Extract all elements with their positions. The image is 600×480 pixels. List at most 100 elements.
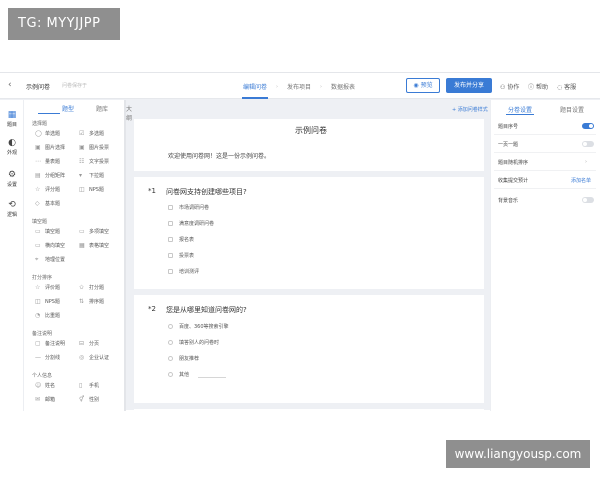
email-icon: ✉ <box>35 396 41 403</box>
add-list-link[interactable]: 添加名单 <box>571 177 591 184</box>
palette-item[interactable]: ▢ 备注说明 <box>32 338 72 350</box>
rail-item-logic[interactable]: ⟲ 逻辑 <box>0 200 24 218</box>
option-row[interactable]: 满意度调研问卷 <box>168 220 214 227</box>
option-row[interactable]: 朋友推荐 <box>168 355 199 362</box>
palette-tab-types[interactable]: 题型 <box>62 104 74 113</box>
option-row[interactable]: 填答别人的问卷时 <box>168 339 219 346</box>
option-row[interactable]: 报名表 <box>168 236 194 243</box>
checkbox-icon <box>168 221 173 226</box>
score-icon: ✩ <box>79 284 85 291</box>
palette-item[interactable]: ✩ 打分题 <box>76 282 116 294</box>
review-icon: ☆ <box>35 284 41 291</box>
tab-data-report[interactable]: 数据报表 <box>331 82 355 91</box>
setting-label: 题目序号 <box>498 124 519 130</box>
palette-item[interactable]: ⇅ 排序题 <box>76 296 116 308</box>
divider <box>494 152 596 153</box>
palette-item[interactable]: ✉ 邮箱 <box>32 394 72 406</box>
weight-icon: ◔ <box>35 312 41 319</box>
background-music-toggle[interactable] <box>582 197 594 203</box>
palette-item[interactable]: ◯ 单选题 <box>32 128 72 140</box>
palette-item[interactable]: ☺ 姓名 <box>32 380 72 392</box>
other-input-line[interactable] <box>198 377 226 378</box>
next-question-card <box>134 409 484 411</box>
question-text[interactable]: 您是从哪里知道问卷网的? <box>166 305 247 315</box>
tab-survey-settings[interactable]: 分卷设置 <box>508 105 532 114</box>
rail-label: 题目 <box>6 122 17 128</box>
palette-item[interactable]: ☑ 多选题 <box>76 128 116 140</box>
palette-item[interactable]: ◔ 比重题 <box>32 310 72 322</box>
palette-item[interactable]: ▤ 分组矩阵 <box>32 170 72 182</box>
palette-item[interactable]: ⊟ 分页 <box>76 338 116 350</box>
palette-item[interactable]: ◫ NPS题 <box>32 296 72 308</box>
table-icon: ▦ <box>79 242 85 249</box>
palette-item[interactable]: ▣ 图片投票 <box>76 142 116 154</box>
palette-item[interactable]: ☆ 评价题 <box>32 282 72 294</box>
back-arrow-icon[interactable]: ‹ <box>8 81 17 90</box>
gear-icon: ⚙ <box>7 170 17 180</box>
palette-tab-indicator <box>38 113 60 114</box>
palette-item[interactable]: — 分割线 <box>32 352 72 364</box>
option-row[interactable]: 百度、360等搜索引擎 <box>168 323 229 330</box>
tab-question-settings[interactable]: 题目设置 <box>560 105 584 114</box>
question-text[interactable]: 问卷网支持创建哪些项目? <box>166 187 247 197</box>
divider-icon: — <box>35 354 41 361</box>
chevron-right-icon[interactable]: › <box>585 159 587 165</box>
survey-description[interactable]: 欢迎使用问卷网！这是一份示例问卷。 <box>168 151 270 160</box>
basic-icon: ◇ <box>35 200 40 207</box>
tab-edit-survey[interactable]: 编辑问卷 <box>243 82 267 91</box>
palette-item[interactable]: ⚥ 性别 <box>76 394 116 406</box>
setting-label: 一页一题 <box>498 142 519 148</box>
palette-item[interactable]: ▭ 多项填空 <box>76 226 116 238</box>
survey-title[interactable]: 示例问卷 <box>134 125 488 136</box>
palette-scrollbar[interactable] <box>124 100 126 411</box>
nps-icon: ◫ <box>35 298 41 305</box>
divider <box>494 134 596 135</box>
publish-share-button[interactable]: 发布并分享 <box>446 78 492 93</box>
one-per-page-toggle[interactable] <box>582 141 594 147</box>
palette-tab-bank[interactable]: 题库 <box>96 104 108 113</box>
eye-icon: ◉ <box>413 82 419 89</box>
matrix-icon: ▤ <box>35 172 41 179</box>
radio-icon <box>168 324 173 329</box>
palette-item[interactable]: ▭ 填空题 <box>32 226 72 238</box>
option-row[interactable]: 培训测评 <box>168 268 199 275</box>
palette-item[interactable]: ▣ 图片选择 <box>32 142 72 154</box>
palette-item[interactable]: ☷ 文字投票 <box>76 156 116 168</box>
image-vote-icon: ▣ <box>79 144 85 151</box>
preview-button[interactable]: ◉ 预览 <box>406 78 440 93</box>
palette-item[interactable]: ◫ NPS题 <box>76 184 116 196</box>
palette-group-title: 填空题 <box>32 219 48 225</box>
palette-item[interactable]: ◇ 基本题 <box>32 198 72 210</box>
palette-tab-outline[interactable]: 大纲 <box>126 104 132 122</box>
palette-item[interactable]: ▦ 表格填空 <box>76 240 116 252</box>
rail-item-questions[interactable]: ▦ 题目 <box>0 110 24 128</box>
collaborate-button[interactable]: ⚇ 协作 <box>500 82 519 91</box>
setting-label: 收集提交预计 <box>498 178 529 184</box>
support-label: 客服 <box>564 84 577 91</box>
palette-group-title: 打分排序 <box>32 275 53 281</box>
rail-item-appearance[interactable]: ◐ 外观 <box>0 138 24 156</box>
tab-publish-project[interactable]: 发布项目 <box>287 82 311 91</box>
palette-item[interactable]: ▾ 下拉题 <box>76 170 116 182</box>
setting-label: 题目随机排序 <box>498 160 529 166</box>
sort-icon: ⇅ <box>79 298 85 305</box>
save-status: 问卷保存于 <box>62 83 88 89</box>
option-row[interactable]: 其他 <box>168 371 189 378</box>
option-row[interactable]: 市场调研问卷 <box>168 204 209 211</box>
help-button[interactable]: ⓘ 帮助 <box>528 82 548 91</box>
palette-item[interactable]: ▭ 横向填空 <box>32 240 72 252</box>
palette-item[interactable]: ⋯ 量表题 <box>32 156 72 168</box>
rating-icon: ☆ <box>35 186 41 193</box>
rail-item-settings[interactable]: ⚙ 设置 <box>0 170 24 188</box>
support-button[interactable]: ◌ 客服 <box>557 82 576 91</box>
help-icon: ⓘ <box>528 84 535 91</box>
watermark-top: TG: MYYJJPP <box>8 8 120 40</box>
palette-item[interactable]: ⌖ 地理位置 <box>32 254 72 266</box>
option-row[interactable]: 投票表 <box>168 252 194 259</box>
palette-item[interactable]: ☆ 评分题 <box>32 184 72 196</box>
radio-icon <box>168 356 173 361</box>
palette-item[interactable]: ◎ 企业认证 <box>76 352 116 364</box>
palette-item[interactable]: ▯ 手机 <box>76 380 116 392</box>
add-style-link[interactable]: + 添加问卷样式 <box>452 106 488 113</box>
question-number-toggle[interactable] <box>582 123 594 129</box>
